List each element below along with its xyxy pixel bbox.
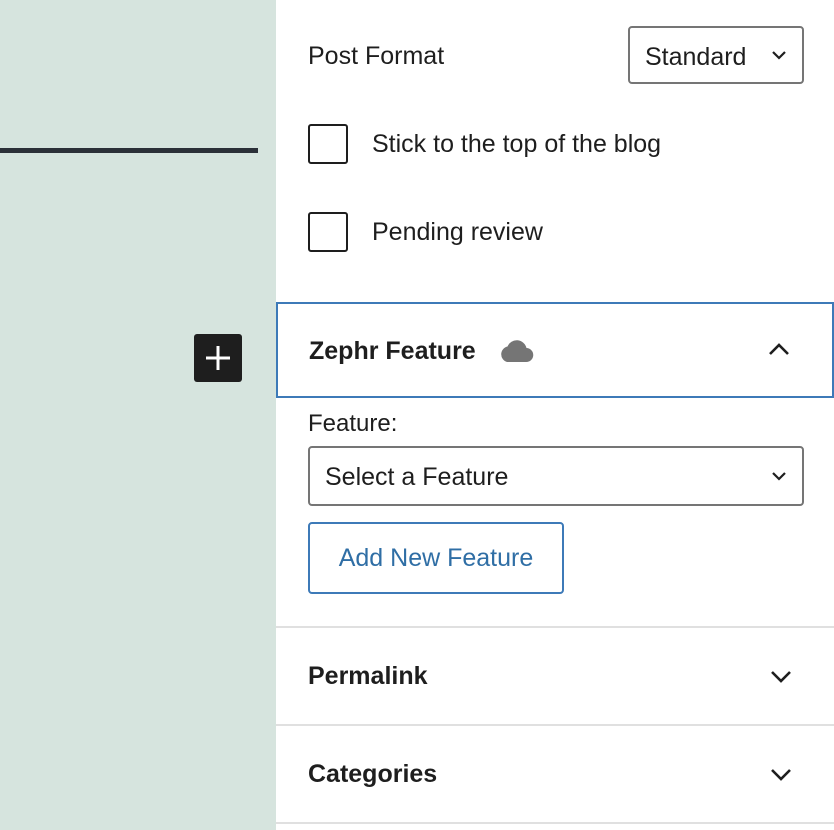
feature-label: Feature:	[308, 410, 398, 437]
plus-icon	[206, 346, 230, 370]
panel-divider	[276, 822, 834, 824]
post-format-row: Post Format Standard	[308, 26, 804, 86]
sticky-checkbox-row[interactable]: Stick to the top of the blog	[308, 124, 808, 164]
zephr-feature-title: Zephr Feature	[309, 337, 476, 365]
categories-panel-toggle[interactable]: Categories	[276, 726, 834, 822]
post-format-value: Standard	[645, 43, 747, 71]
sticky-checkbox[interactable]	[308, 124, 348, 164]
editor-canvas[interactable]	[0, 0, 276, 830]
chevron-down-icon	[772, 51, 786, 60]
chevron-up-icon	[769, 343, 789, 355]
block-inserter-button[interactable]	[194, 334, 242, 382]
categories-title: Categories	[308, 760, 438, 788]
pending-review-checkbox-row[interactable]: Pending review	[308, 212, 808, 252]
add-new-feature-button[interactable]: Add New Feature	[308, 522, 564, 594]
sticky-checkbox-label: Stick to the top of the blog	[372, 130, 662, 158]
permalink-panel-toggle[interactable]: Permalink	[276, 628, 834, 724]
pending-review-checkbox[interactable]	[308, 212, 348, 252]
feature-select[interactable]: Select a Feature	[308, 446, 804, 506]
post-format-label: Post Format	[308, 42, 445, 70]
pending-review-checkbox-label: Pending review	[372, 218, 543, 246]
permalink-title: Permalink	[308, 662, 428, 690]
cloud-icon	[501, 340, 534, 363]
feature-select-value: Select a Feature	[325, 463, 509, 491]
chevron-down-icon	[771, 671, 791, 683]
chevron-down-icon	[771, 769, 791, 781]
chevron-down-icon	[772, 472, 786, 481]
zephr-feature-panel-toggle[interactable]: Zephr Feature	[276, 302, 834, 398]
separator-block[interactable]	[0, 148, 258, 153]
settings-sidebar: Post Format Standard Stick to the top of…	[276, 0, 834, 830]
post-format-select[interactable]: Standard	[628, 26, 804, 84]
editor-screen: Post Format Standard Stick to the top of…	[0, 0, 834, 830]
